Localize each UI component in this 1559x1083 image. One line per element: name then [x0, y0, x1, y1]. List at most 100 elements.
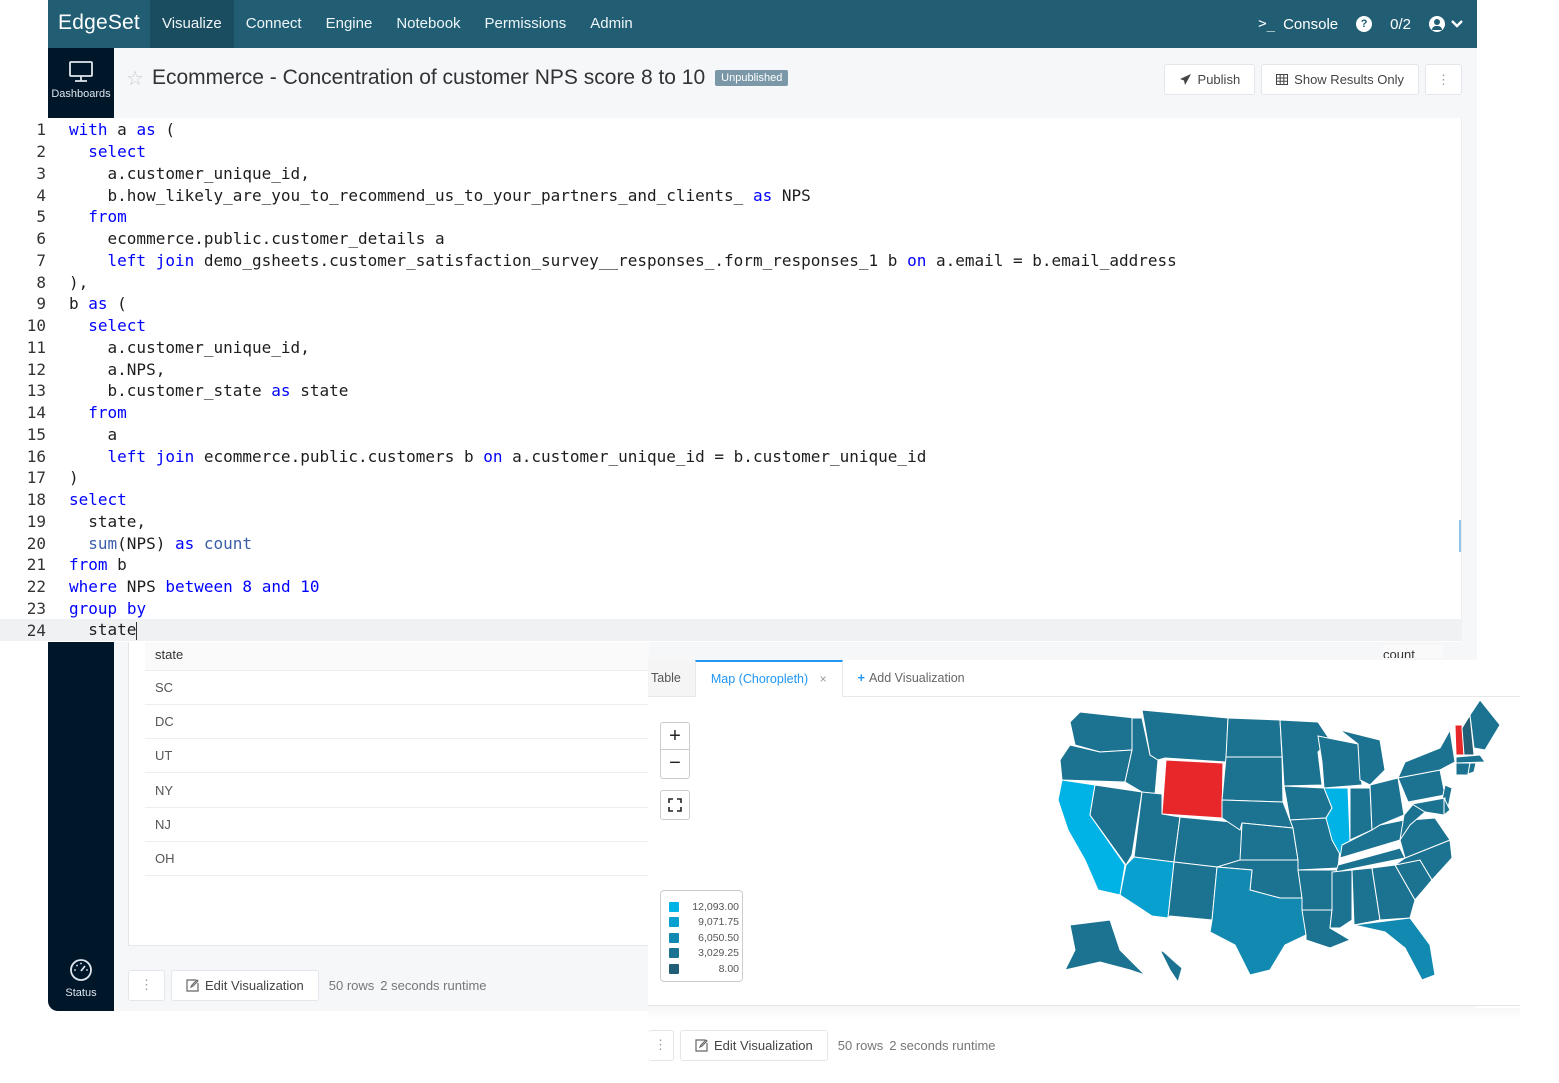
code-text: b as ( — [69, 294, 127, 314]
visualization-more-button[interactable]: ⋮ — [648, 1029, 674, 1061]
editor-scrollbar[interactable] — [1459, 520, 1461, 552]
code-line[interactable]: 7 left join demo_gsheets.customer_satisf… — [0, 250, 1462, 272]
tab-map-choropleth[interactable]: Map (Choropleth) × — [694, 660, 843, 697]
nav-permissions[interactable]: Permissions — [473, 0, 579, 48]
state-wy[interactable] — [1161, 759, 1224, 819]
code-line[interactable]: 12 a.NPS, — [0, 358, 1462, 380]
runtime-text: 2 seconds runtime — [889, 1037, 996, 1053]
line-number: 15 — [26, 424, 46, 444]
state-nd[interactable] — [1225, 717, 1283, 758]
sidebar-item-dashboards[interactable]: Dashboards — [48, 60, 114, 100]
nav-connect[interactable]: Connect — [234, 0, 314, 48]
state-az[interactable] — [1119, 856, 1175, 919]
code-line[interactable]: 21 from b — [0, 554, 1462, 576]
code-line[interactable]: 10 select — [0, 315, 1462, 337]
code-line[interactable]: 17) — [0, 467, 1462, 489]
state-fl[interactable] — [1353, 917, 1436, 981]
table-row: NY — [145, 774, 649, 808]
line-number: 21 — [26, 555, 46, 575]
code-line[interactable]: 11 a.customer_unique_id, — [0, 337, 1462, 359]
code-line[interactable]: 13 b.customer_state as state — [0, 380, 1462, 402]
table-row: OH — [145, 842, 649, 876]
column-header-state[interactable]: state — [145, 642, 649, 671]
code-line[interactable]: 5 from — [0, 206, 1462, 228]
code-line[interactable]: 6 ecommerce.public.customer_details a — [0, 228, 1462, 250]
user-circle-icon — [1429, 16, 1445, 32]
zoom-controls: + − — [660, 722, 690, 779]
state-ms[interactable] — [1329, 869, 1353, 929]
tab-table[interactable]: Table — [648, 660, 695, 697]
legend-swatch — [669, 932, 679, 943]
line-number: 14 — [26, 403, 46, 423]
line-number: 17 — [26, 468, 46, 488]
publish-button[interactable]: Publish — [1163, 64, 1256, 95]
code-line[interactable]: 16 left join ecommerce.public.customers … — [0, 445, 1462, 467]
code-line[interactable]: 3 a.customer_unique_id, — [0, 163, 1462, 185]
code-line[interactable]: 24 state — [0, 619, 1462, 642]
state-sd[interactable] — [1221, 756, 1284, 803]
state-hi[interactable] — [1158, 948, 1183, 984]
sql-editor[interactable]: 1 with a as (2 select 3 a.customer_unique_… — [0, 118, 1462, 642]
code-line[interactable]: 18 select — [0, 489, 1462, 511]
code-text: select — [88, 316, 147, 336]
us-choropleth-map[interactable] — [1040, 700, 1520, 1000]
zoom-in-button[interactable]: + — [661, 723, 689, 750]
state-ks[interactable] — [1239, 822, 1299, 861]
title-actions: Publish Show Results Only ⋮ — [1163, 64, 1462, 95]
edit-visualization-button[interactable]: Edit Visualization — [680, 1029, 828, 1061]
code-text: ecommerce.public.customer_details a — [69, 229, 445, 249]
state-me[interactable] — [1469, 700, 1501, 751]
favorite-star-icon[interactable]: ☆ — [126, 66, 144, 91]
map-legend: 12,093.00 9,071.75 6,050.50 3,029.25 8.00 — [660, 890, 743, 982]
sidebar-item-status[interactable]: Status — [48, 958, 114, 999]
more-options-button[interactable]: ⋮ — [1425, 64, 1462, 95]
column-header-count[interactable]: count — [1383, 645, 1443, 658]
show-results-only-button[interactable]: Show Results Only — [1261, 64, 1419, 95]
legend-swatch — [669, 948, 679, 959]
console-button[interactable]: >_ Console — [1258, 16, 1338, 33]
code-line[interactable]: 23 group by — [0, 598, 1462, 620]
edit-visualization-label: Edit Visualization — [714, 1037, 813, 1053]
state-ak[interactable] — [1064, 919, 1146, 976]
state-mt[interactable] — [1141, 709, 1229, 763]
sidebar-item-label: Status — [65, 987, 97, 999]
code-line[interactable]: 19 state, — [0, 511, 1462, 533]
line-number: 2 — [36, 142, 46, 162]
code-line[interactable]: 9 b as ( — [0, 293, 1462, 315]
legend-label: 9,071.75 — [698, 916, 739, 929]
zoom-out-button[interactable]: − — [661, 750, 689, 777]
nav-visualize[interactable]: Visualize — [149, 0, 234, 48]
row-count: 50 rows — [328, 977, 375, 993]
edit-visualization-button[interactable]: Edit Visualization — [171, 969, 319, 1001]
code-text: select — [69, 490, 127, 510]
nav-admin[interactable]: Admin — [578, 0, 645, 48]
state-ny[interactable] — [1397, 728, 1456, 779]
nav-engine[interactable]: Engine — [314, 0, 385, 48]
results-more-button[interactable]: ⋮ — [128, 969, 165, 1001]
code-line[interactable]: 22 where NPS between 8 and 10 — [0, 576, 1462, 598]
code-line[interactable]: 20 sum(NPS) as count — [0, 532, 1462, 554]
question-circle-icon[interactable]: ? — [1356, 16, 1373, 32]
user-menu[interactable] — [1429, 16, 1463, 32]
state-nm[interactable] — [1167, 861, 1218, 921]
code-text: a.customer_unique_id, — [69, 337, 310, 357]
publish-label: Publish — [1197, 72, 1241, 87]
close-icon[interactable]: × — [820, 672, 827, 686]
code-line[interactable]: 14 from — [0, 402, 1462, 424]
visualization-panel: Table Map (Choropleth) × + Add Visualizat… — [648, 660, 1520, 1006]
line-number: 5 — [36, 207, 46, 227]
code-line[interactable]: 15 a — [0, 424, 1462, 446]
code-line[interactable]: 1 with a as ( — [0, 119, 1462, 141]
fit-bounds-button[interactable] — [660, 790, 690, 820]
state-wi[interactable] — [1317, 735, 1363, 789]
state-ma[interactable] — [1455, 754, 1486, 764]
brand-logo[interactable]: EdgeSet — [48, 0, 150, 48]
add-visualization-tab[interactable]: + Add Visualization — [843, 660, 980, 697]
state-wa[interactable] — [1069, 711, 1136, 753]
code-line[interactable]: 8), — [0, 271, 1462, 293]
code-line[interactable]: 2 select — [0, 141, 1462, 163]
code-line[interactable]: 4 b.how_likely_are_you_to_recommend_us_t… — [0, 184, 1462, 206]
state-ri[interactable] — [1467, 762, 1477, 775]
nav-notebook[interactable]: Notebook — [384, 0, 472, 48]
line-number: 11 — [26, 337, 46, 357]
